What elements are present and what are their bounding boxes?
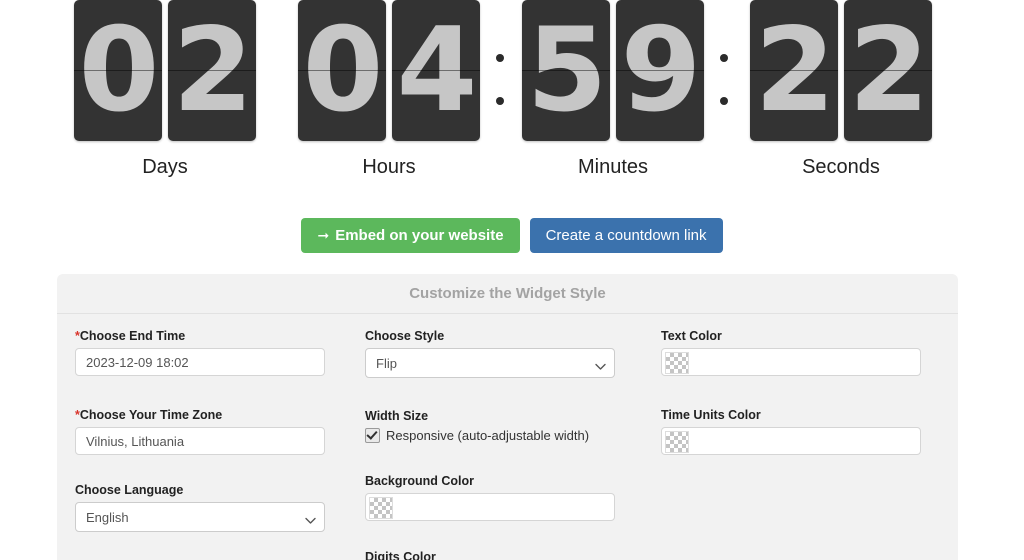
digit-cards-minutes: 59	[522, 0, 704, 141]
digit-cards-days: 02	[74, 0, 256, 141]
digit-cards-hours: 04	[298, 0, 480, 141]
flip-card-minutes-0: 5	[522, 0, 610, 141]
field-label-text: Time Units Color	[661, 408, 761, 422]
time-units-color-color-input[interactable]	[661, 427, 921, 455]
create-link-button-label: Create a countdown link	[545, 227, 707, 244]
embed-on-website-button[interactable]: ➞ Embed on your website	[301, 218, 520, 253]
field-label-end-time: *Choose End Time	[75, 329, 325, 343]
field-width-size: Width Size Responsive (auto-adjustable wi…	[365, 409, 615, 443]
countdown-unit-days: 0 2 Days	[74, 0, 256, 179]
field-time-zone: *Choose Your Time Zone	[75, 408, 325, 455]
flip-split-line	[298, 70, 386, 71]
digit-cards-seconds: 22	[750, 0, 932, 141]
transparency-swatch-icon[interactable]	[369, 497, 393, 519]
style-select-wrap: Flip	[365, 348, 615, 378]
unit-label-minutes: Minutes	[577, 156, 649, 178]
flip-card-seconds-1: 2	[844, 0, 932, 141]
unit-label-seconds: Seconds	[802, 156, 880, 178]
time-zone-input[interactable]	[75, 427, 325, 455]
field-label-background-color: Background Color	[365, 474, 615, 488]
unit-label-days: Days	[142, 156, 188, 178]
end-time-input[interactable]	[75, 348, 325, 376]
flip-split-line	[168, 70, 256, 71]
field-end-time: *Choose End Time	[75, 329, 325, 376]
field-background-color: Background Color	[365, 474, 615, 521]
countdown-separator-1	[717, 0, 731, 141]
field-label-digits-color: Digits Color	[365, 550, 615, 560]
countdown-unit-seconds: 2 2 Seconds	[750, 0, 932, 179]
transparency-swatch-icon[interactable]	[665, 352, 689, 374]
language-select-wrap: English	[75, 502, 325, 532]
unit-label-hours: Hours	[362, 156, 416, 178]
flip-card-hours-0: 0	[298, 0, 386, 141]
countdown-separator-0	[493, 0, 507, 141]
panel-divider	[57, 313, 958, 314]
field-label-time-zone: *Choose Your Time Zone	[75, 408, 325, 422]
field-label-text: Background Color	[365, 474, 475, 488]
customize-widget-panel: Customize the Widget Style *Choose End T…	[57, 274, 958, 560]
language-select[interactable]: English	[75, 502, 325, 532]
flip-split-line	[616, 70, 704, 71]
flip-split-line	[750, 70, 838, 71]
form-column-middle: Choose Style Flip Width Size Responsive (au…	[365, 329, 615, 560]
field-label-time-units-color: Time Units Color	[661, 408, 921, 422]
embed-button-label: Embed on your website	[335, 227, 504, 244]
field-label-text-color: Text Color	[661, 329, 921, 343]
flip-split-line	[392, 70, 480, 71]
flip-card-days-0: 0	[74, 0, 162, 141]
flip-split-line	[522, 70, 610, 71]
arrow-right-icon: ➞	[317, 228, 330, 244]
field-label-language: Choose Language	[75, 483, 325, 497]
countdown-unit-minutes: 5 9 Minutes	[522, 0, 704, 179]
transparency-swatch-icon[interactable]	[665, 431, 689, 453]
background-color-color-input[interactable]	[365, 493, 615, 521]
flip-split-line	[74, 70, 162, 71]
panel-title: Customize the Widget Style	[409, 285, 606, 302]
flip-card-hours-1: 4	[392, 0, 480, 141]
field-label-text: Choose Style	[365, 329, 445, 343]
create-countdown-link-button[interactable]: Create a countdown link	[529, 218, 723, 253]
field-label-text: Choose Language	[75, 483, 184, 497]
action-button-row: ➞ Embed on your website Create a countdow…	[0, 218, 1024, 253]
checkbox-checked-icon[interactable]	[365, 428, 380, 443]
flip-card-minutes-1: 9	[616, 0, 704, 141]
field-label-style: Choose Style	[365, 329, 615, 343]
flip-split-line	[844, 70, 932, 71]
form-column-right: Text Color Time Units Color	[661, 329, 921, 471]
separator-dot-top	[496, 54, 504, 62]
field-label-text: Text Color	[661, 329, 722, 343]
field-language: Choose Language English	[75, 483, 325, 532]
separator-dot-bottom	[496, 97, 504, 105]
text-color-color-input[interactable]	[661, 348, 921, 376]
separator-dot-bottom	[720, 97, 728, 105]
form-column-left: *Choose End Time*Choose Your Time ZoneCh…	[75, 329, 325, 560]
field-label-text: Digits Color	[365, 550, 436, 560]
field-text-color: Text Color	[661, 329, 921, 376]
field-label-text: Width Size	[365, 409, 429, 423]
field-digits-color: Digits Color	[365, 550, 615, 560]
field-time-units-color: Time Units Color	[661, 408, 921, 455]
flip-card-days-1: 2	[168, 0, 256, 141]
separator-dot-top	[720, 54, 728, 62]
width-size-checkbox-label: Responsive (auto-adjustable width)	[386, 428, 590, 443]
countdown-unit-hours: 0 4 Hours	[298, 0, 480, 179]
width-size-checkbox-row[interactable]: Responsive (auto-adjustable width)	[365, 428, 615, 443]
field-label-width-size: Width Size	[365, 409, 615, 423]
countdown-preview: 0 2 Days 0 4 Hours 5 9 Minutes 2 2 Seconds	[0, 0, 1024, 190]
field-style: Choose Style Flip	[365, 329, 615, 378]
field-label-text: Choose Your Time Zone	[79, 408, 223, 422]
field-label-text: Choose End Time	[79, 329, 186, 343]
style-select[interactable]: Flip	[365, 348, 615, 378]
countdown-widget-builder-page: 0 2 Days 0 4 Hours 5 9 Minutes 2 2 Seconds ➞ Embed o…	[0, 0, 1024, 560]
flip-card-seconds-0: 2	[750, 0, 838, 141]
